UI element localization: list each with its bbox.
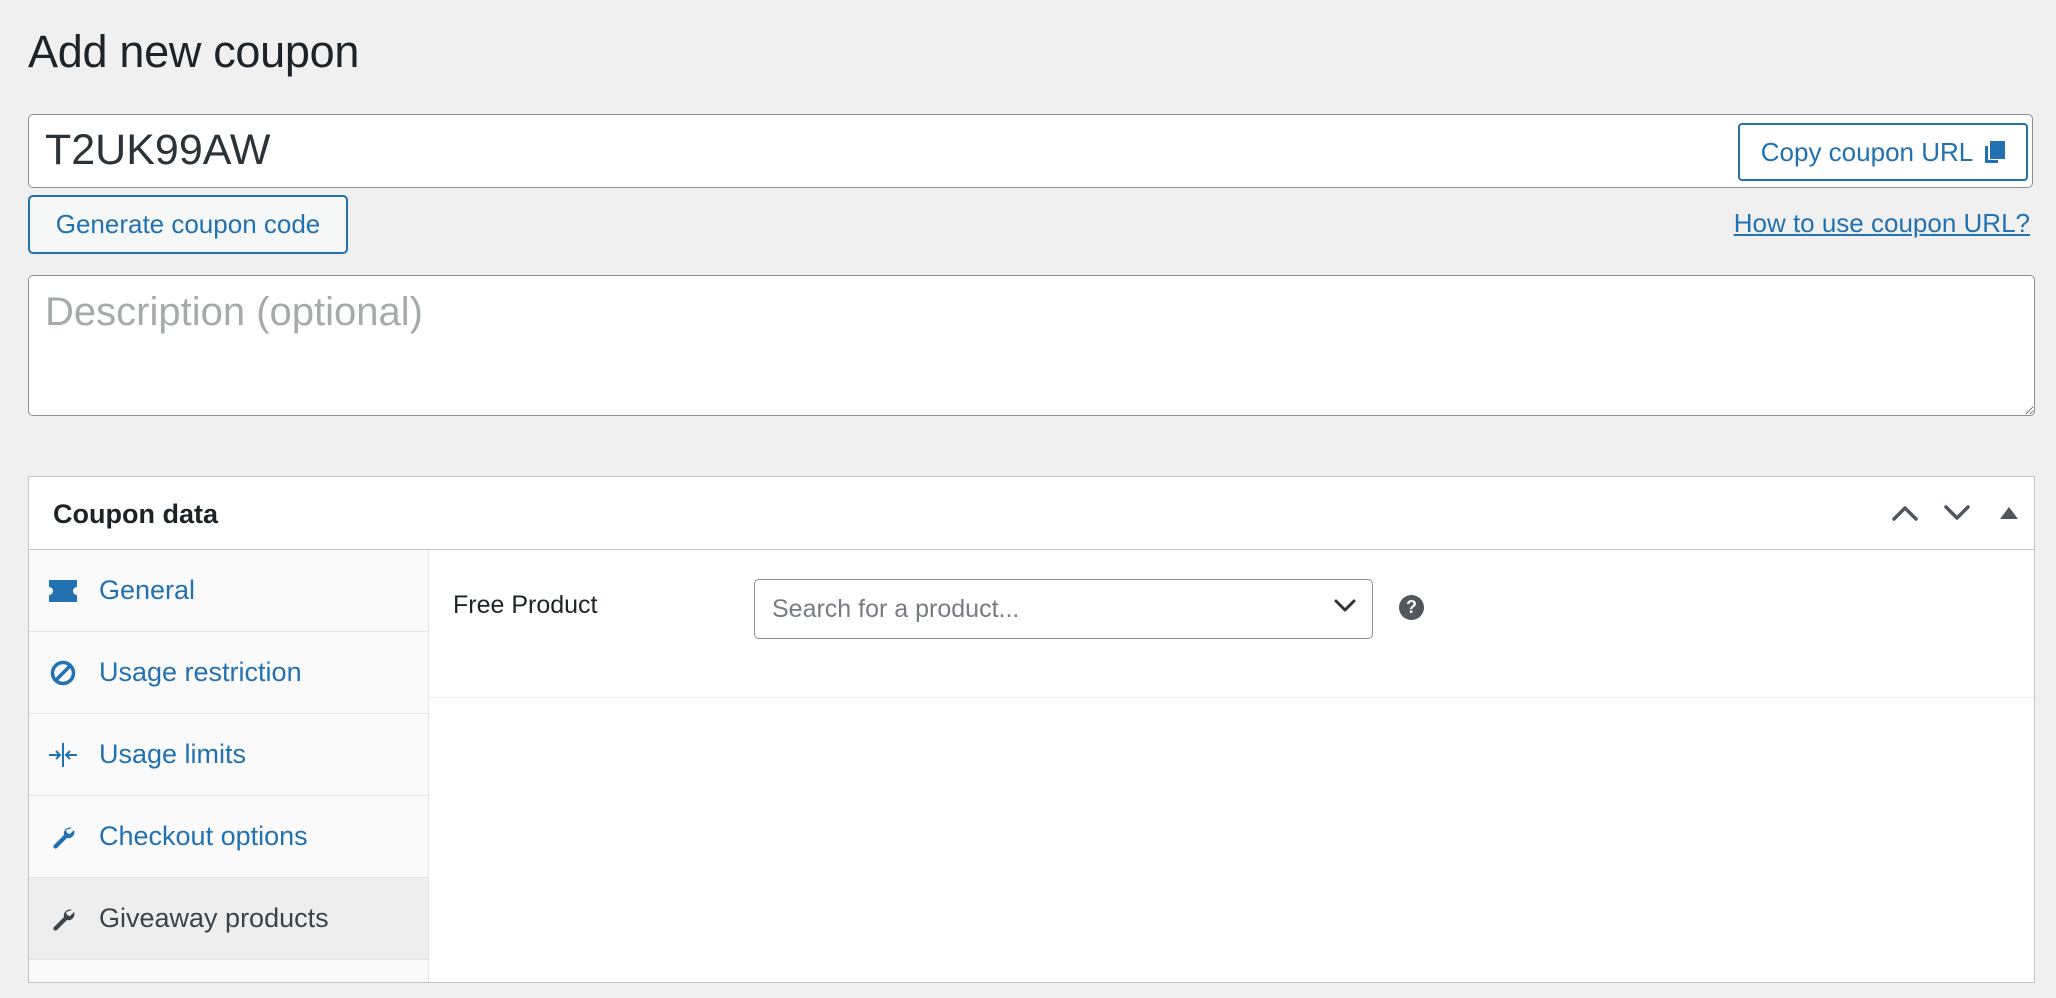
wrench-icon: [49, 823, 77, 851]
tab-general-label: General: [99, 575, 196, 605]
coupon-code-input[interactable]: [45, 115, 1745, 186]
tab-content: Free Product Search for a product... ?: [429, 550, 2034, 982]
ticket-icon: [49, 577, 77, 605]
tab-usage-restriction[interactable]: Usage restriction: [29, 632, 428, 714]
copy-coupon-url-label: Copy coupon URL: [1760, 136, 1974, 167]
generate-coupon-code-button[interactable]: Generate coupon code: [28, 195, 348, 254]
panel-header: Coupon data: [29, 477, 2034, 550]
move-up-icon[interactable]: [1885, 493, 1925, 533]
tab-checkout-options[interactable]: Checkout options: [29, 796, 428, 878]
free-product-row: Free Product Search for a product... ?: [429, 550, 2034, 698]
description-textarea[interactable]: [28, 275, 2035, 416]
tab-usage-limits-label: Usage limits: [99, 739, 247, 769]
coupon-data-panel: Coupon data General Usage restriction Us…: [28, 476, 2035, 983]
prohibited-icon: [49, 659, 77, 687]
limits-icon: [49, 741, 77, 769]
free-product-select[interactable]: Search for a product...: [754, 579, 1373, 639]
free-product-label: Free Product: [453, 591, 598, 619]
chevron-down-icon: [1334, 599, 1356, 618]
page-title: Add new coupon: [28, 26, 360, 77]
wrench-icon: [49, 905, 77, 933]
collapse-toggle-icon[interactable]: [1989, 493, 2029, 533]
tab-usage-limits[interactable]: Usage limits: [29, 714, 428, 796]
tab-giveaway-products[interactable]: Giveaway products: [29, 878, 428, 960]
copy-icon: [1985, 141, 2006, 163]
move-down-icon[interactable]: [1937, 493, 1977, 533]
tab-general[interactable]: General: [29, 550, 428, 632]
copy-coupon-url-button[interactable]: Copy coupon URL: [1738, 123, 2028, 181]
tab-usage-restriction-label: Usage restriction: [99, 657, 302, 687]
free-product-placeholder: Search for a product...: [772, 595, 1020, 623]
help-icon[interactable]: ?: [1399, 595, 1424, 620]
panel-title: Coupon data: [53, 499, 218, 529]
tab-giveaway-products-label: Giveaway products: [99, 903, 329, 933]
tab-checkout-options-label: Checkout options: [99, 821, 308, 851]
how-to-use-coupon-url-link[interactable]: How to use coupon URL?: [1734, 208, 2030, 239]
coupon-data-tabs: General Usage restriction Usage limits C…: [29, 550, 429, 982]
coupon-code-field-wrapper: Copy coupon URL: [28, 114, 2033, 188]
